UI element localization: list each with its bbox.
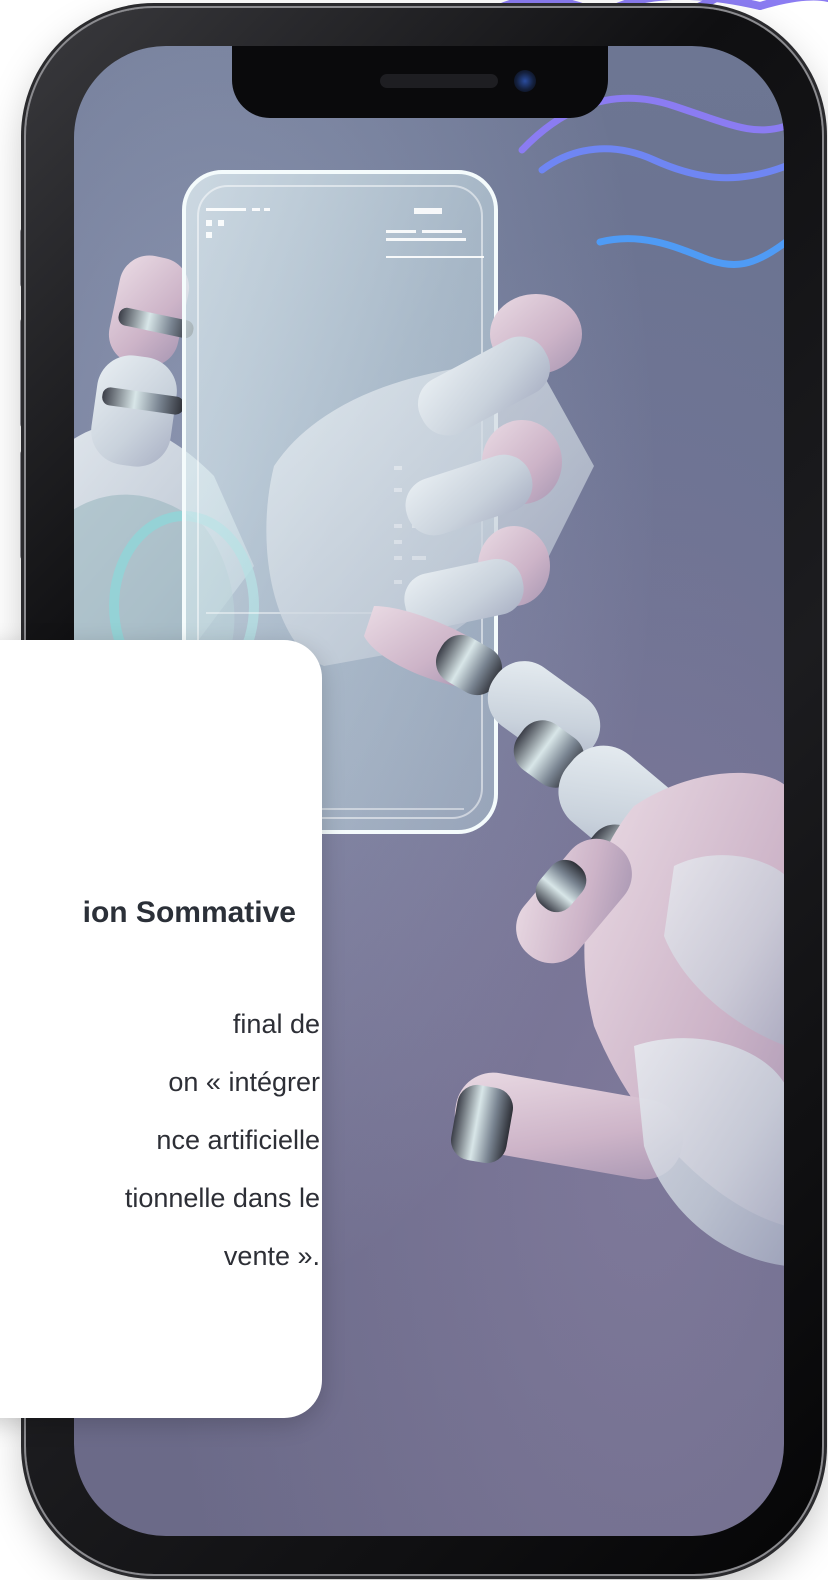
speaker-grille bbox=[380, 74, 498, 88]
phone-notch bbox=[232, 46, 608, 118]
camera-icon bbox=[514, 70, 536, 92]
card-title: ion Sommative bbox=[82, 896, 296, 929]
card-text-line: nce artificielle bbox=[156, 1125, 320, 1155]
card-text-line: final de bbox=[232, 1009, 320, 1039]
card-text-line: tionnelle dans le bbox=[124, 1183, 320, 1213]
card-text-line: on « intégrer bbox=[168, 1067, 320, 1097]
card-text-line: vente ». bbox=[223, 1241, 320, 1271]
card-text: final de on « intégrer nce artificielle … bbox=[0, 995, 320, 1285]
content-card: ion Sommative final de on « intégrer nce… bbox=[0, 640, 322, 1418]
stage: ion Sommative final de on « intégrer nce… bbox=[0, 0, 828, 1580]
